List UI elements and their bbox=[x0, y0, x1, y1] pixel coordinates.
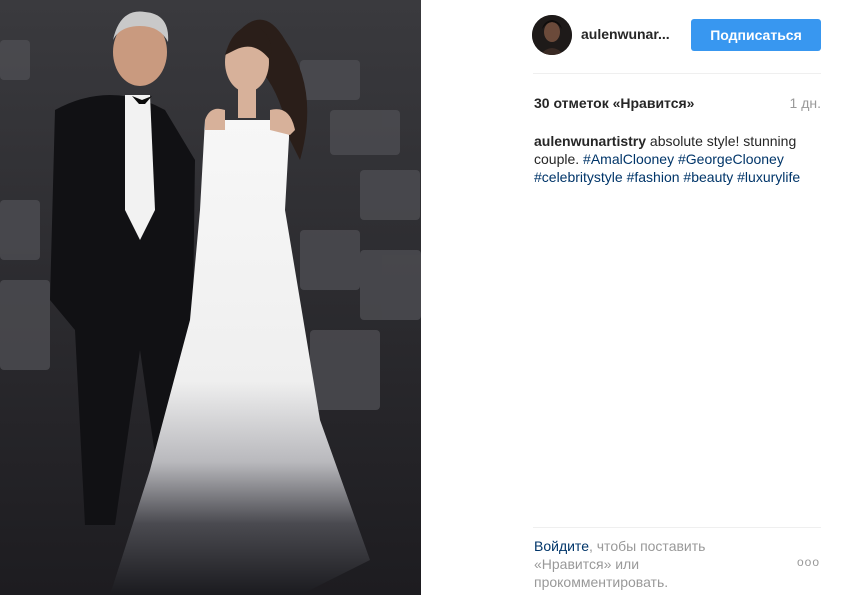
hashtag[interactable]: #celebritystyle bbox=[534, 169, 623, 185]
username-link[interactable]: aulenwunar... bbox=[581, 26, 670, 42]
caption-username[interactable]: aulenwunartistry bbox=[534, 133, 646, 149]
hashtag[interactable]: #GeorgeClooney bbox=[678, 151, 784, 167]
footer-divider bbox=[533, 527, 821, 528]
follow-button[interactable]: Подписаться bbox=[691, 19, 821, 51]
login-prompt: Войдите, чтобы поставить «Нравится» или … bbox=[534, 537, 734, 591]
post-caption: aulenwunartistry absolute style! stunnin… bbox=[534, 132, 824, 186]
post-time[interactable]: 1 дн. bbox=[790, 95, 821, 111]
hashtag[interactable]: #beauty bbox=[683, 169, 733, 185]
avatar[interactable] bbox=[532, 15, 572, 55]
header-divider bbox=[533, 73, 821, 74]
likes-count[interactable]: 30 отметок «Нравится» bbox=[534, 95, 694, 111]
post-photo-image bbox=[0, 0, 421, 595]
hashtag[interactable]: #luxurylife bbox=[737, 169, 800, 185]
hashtag[interactable]: #AmalClooney bbox=[583, 151, 674, 167]
instagram-post-modal: aulenwunar... Подписаться 30 отметок «Нр… bbox=[0, 0, 841, 595]
post-sidebar: aulenwunar... Подписаться 30 отметок «Нр… bbox=[421, 0, 841, 595]
post-photo bbox=[0, 0, 421, 595]
hashtag[interactable]: #fashion bbox=[627, 169, 680, 185]
avatar-image bbox=[532, 15, 572, 55]
more-options-icon[interactable]: ooo bbox=[797, 555, 820, 569]
login-link[interactable]: Войдите bbox=[534, 538, 589, 554]
post-header: aulenwunar... Подписаться bbox=[421, 0, 841, 73]
